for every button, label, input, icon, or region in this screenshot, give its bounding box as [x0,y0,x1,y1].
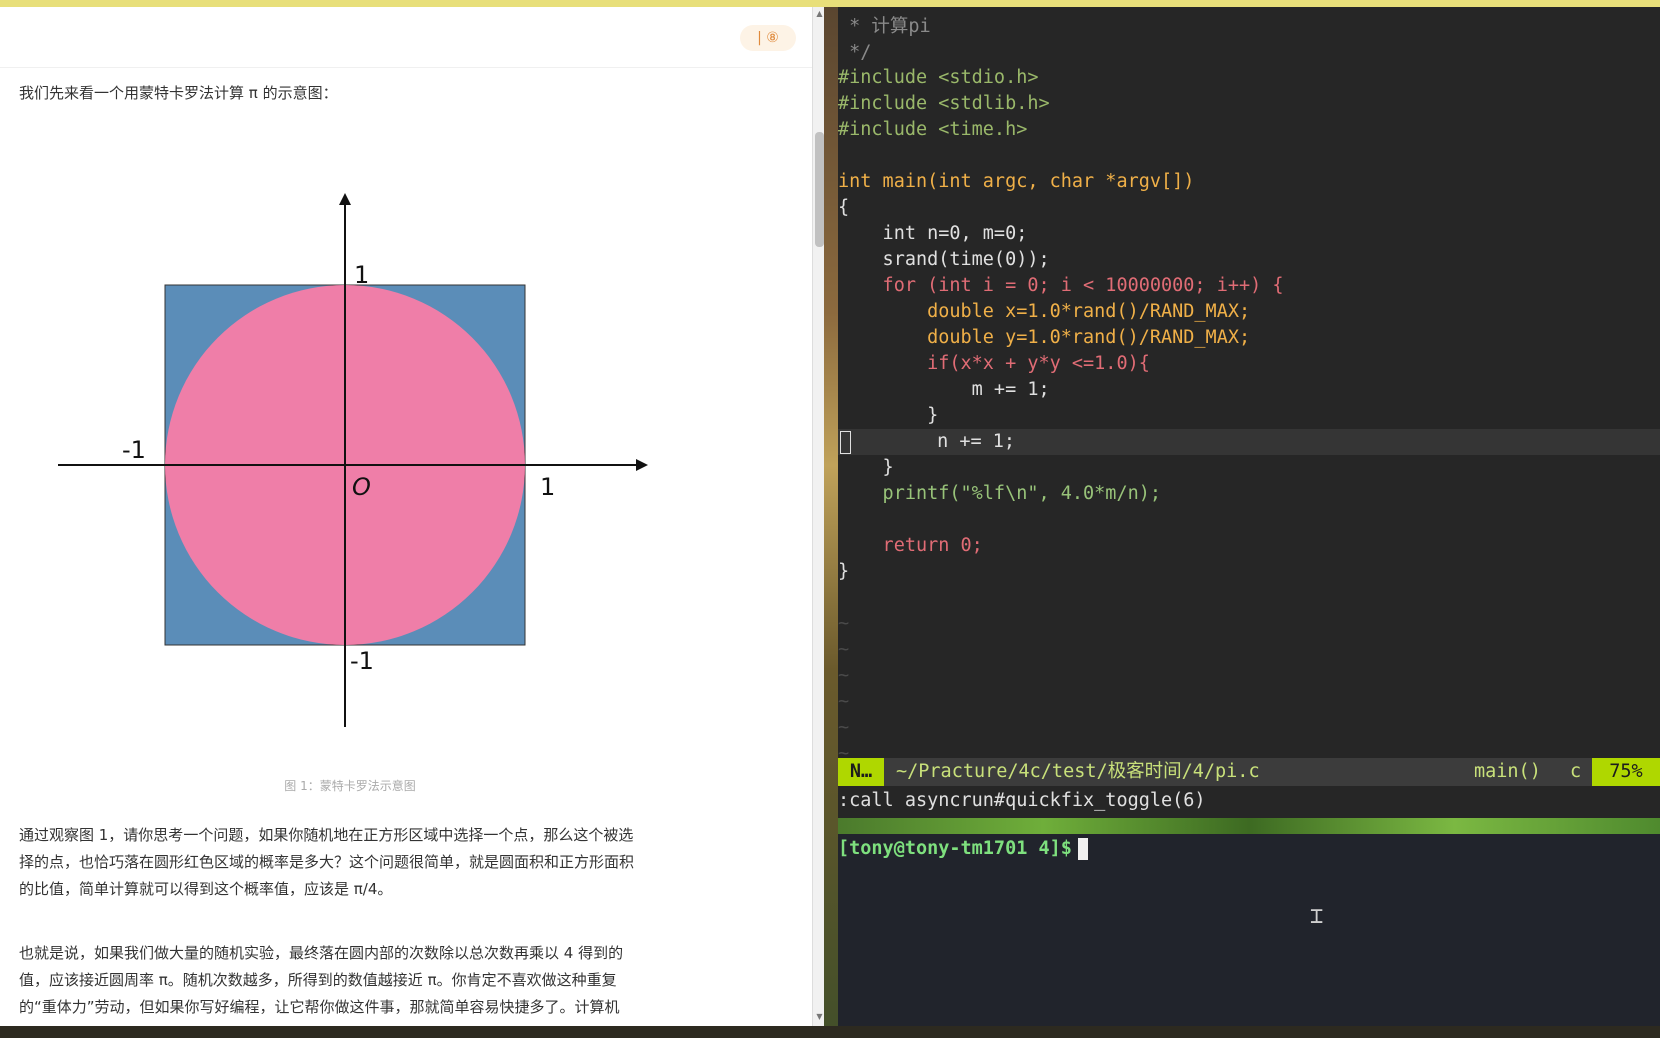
code-line: } [838,457,894,478]
paragraph-line: 的比值，简单计算就可以得到这个概率值，应该是 π/4。 [19,880,393,898]
empty-line-marker: ~ [838,639,850,660]
header-badge[interactable]: | ⑧ [740,25,796,51]
top-strip [0,0,1660,7]
scroll-percent: 75% [1592,758,1660,786]
code-line: int n=0, m=0; [838,223,1028,244]
desktop-background-strip [838,818,1660,834]
label-left: -1 [122,436,146,464]
x-axis-arrow [636,459,648,471]
desktop-background [824,7,838,1026]
code-line: #include <stdlib.h> [838,93,1050,114]
code-line: srand(time(0)); [838,249,1050,270]
vim-command-line[interactable]: :call asyncrun#quickfix_toggle(6) [838,786,1660,818]
vim-statusline: N… ~/Practure/4c/test/极客时间/4/pi.c main()… [838,758,1660,786]
intro-text: 我们先来看一个用蒙特卡罗法计算 π 的示意图： [19,84,338,102]
article-header: | ⑧ [0,7,812,68]
empty-line-marker: ~ [838,743,850,758]
code-line: m += 1; [838,379,1050,400]
code-line: if(x*x + y*y <=1.0){ [838,353,1150,374]
scroll-thumb[interactable] [815,132,824,247]
empty-line-marker: ~ [838,691,850,712]
paragraph-line: 择的点，也恰巧落在圆形红色区域的概率是多大？这个问题很简单，就是圆面积和正方形面… [19,853,635,871]
current-code-line[interactable]: n += 1; [838,429,1660,455]
paragraph-line: 通过观察图 1，请你思考一个问题，如果你随机地在正方形区域中选择一个点，那么这个… [19,826,634,844]
code-line: for (int i = 0; i < 10000000; i++) { [838,275,1284,296]
code-line: printf("%lf\n", 4.0*m/n); [838,483,1162,504]
paragraph-line: 的“重体力”劳动，但如果你写好编程，让它帮你做这件事，那就简单容易快捷多了。计算… [19,998,620,1016]
code-line: #include <time.h> [838,119,1028,140]
code-line: * 计算pi [838,16,931,37]
terminal-cursor [1077,838,1088,860]
label-right: 1 [540,473,555,501]
label-bottom: -1 [350,647,374,675]
empty-line-marker: ~ [838,717,850,738]
code-line: double x=1.0*rand()/RAND_MAX; [838,301,1251,322]
code-line: int main(int argc, char *argv[]) [838,171,1195,192]
terminal-pane[interactable]: [tony@tony-tm1701 4]$ ⌶ [838,834,1660,1026]
scroll-down-icon[interactable]: ▼ [815,1012,824,1022]
empty-line-marker: ~ [838,613,850,634]
paragraph-line: 也就是说，如果我们做大量的随机实验，最终落在圆内部的次数除以总次数再乘以 4 得… [19,944,624,962]
code-line: { [838,197,850,218]
label-top: 1 [354,261,369,289]
code-line: double y=1.0*rand()/RAND_MAX; [838,327,1251,348]
filetype: c [1570,761,1582,782]
shell-prompt: [tony@tony-tm1701 4]$ [838,834,1088,864]
code-line: } [838,405,939,426]
article-pane: | ⑧ 我们先来看一个用蒙特卡罗法计算 π 的示意图： 1 -1 O 1 -1 … [0,7,812,1026]
mode-indicator: N… [838,758,884,786]
code-line: */ [838,42,872,63]
paragraph-line: 值，应该接近圆周率 π。随机次数越多，所得到的数值越接近 π。你肯定不喜欢做这种… [19,971,617,989]
code-line: #include <stdio.h> [838,67,1039,88]
monte-carlo-figure: 1 -1 O 1 -1 [58,193,648,727]
figure-caption: 图 1：蒙特卡罗法示意图 [284,779,416,793]
command-text: :call asyncrun#quickfix_toggle(6) [838,790,1206,811]
vim-editor[interactable]: * 计算pi */ #include <stdio.h> #include <s… [838,7,1660,758]
file-path: ~/Practure/4c/test/极客时间/4/pi.c [896,761,1260,782]
label-origin: O [352,473,371,501]
scroll-up-icon[interactable]: ▲ [815,9,824,19]
ibeam-cursor-icon: ⌶ [1310,904,1324,929]
bottom-strip [0,1026,1660,1038]
current-function: main() [1474,761,1541,782]
y-axis-arrow [339,193,351,205]
code-line: } [838,561,850,582]
code-line: return 0; [838,535,983,556]
empty-line-marker: ~ [838,665,850,686]
